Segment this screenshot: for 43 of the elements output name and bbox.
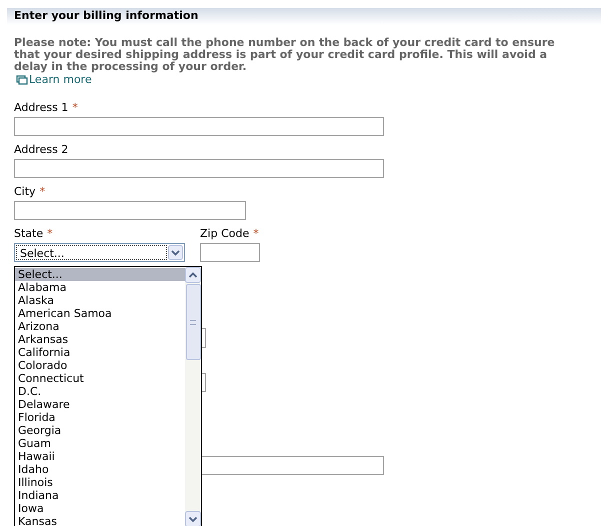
dropdown-option[interactable]: Alaska: [15, 294, 185, 307]
dropdown-option[interactable]: Delaware: [15, 398, 185, 411]
dropdown-option[interactable]: D.C.: [15, 385, 185, 398]
scrollbar-thumb[interactable]: [186, 284, 200, 360]
dropdown-option[interactable]: Select...: [15, 268, 185, 281]
dropdown-option[interactable]: Arkansas: [15, 333, 185, 346]
dropdown-option[interactable]: Colorado: [15, 359, 185, 372]
dropdown-option[interactable]: Alabama: [15, 281, 185, 294]
input-field[interactable]: [200, 243, 260, 262]
input-field[interactable]: [14, 201, 246, 220]
field-label: Zip Code: [200, 227, 250, 241]
field-label: State: [14, 227, 44, 241]
note-text: Please note: You must call the phone number on the back of your credit card to ensure that your desired shipping address is part of your credit card profile. This will avoid a delay in the processing of your order.: [14, 37, 556, 73]
chevron-down-icon[interactable]: [185, 511, 201, 526]
dropdown-option[interactable]: Hawaii: [15, 450, 185, 463]
state-dropdown[interactable]: Select...: [14, 243, 185, 262]
dropdown-option[interactable]: Kansas: [15, 515, 185, 526]
dropdown-option[interactable]: Idaho: [15, 463, 185, 476]
field-label: Address 1: [14, 101, 68, 115]
dropdown-option[interactable]: Illinois: [15, 476, 185, 489]
scrollbar[interactable]: [185, 267, 201, 526]
section-title: Enter your billing information: [14, 8, 198, 24]
dropdown-option[interactable]: Arizona: [15, 320, 185, 333]
required-mark: *: [253, 227, 259, 241]
dropdown-option[interactable]: Indiana: [15, 489, 185, 502]
chevron-up-icon[interactable]: [185, 267, 201, 283]
field-label: Address 2: [14, 143, 68, 157]
required-mark: *: [47, 227, 53, 241]
required-mark: *: [40, 185, 46, 199]
dropdown-option[interactable]: Iowa: [15, 502, 185, 515]
dropdown-option[interactable]: Georgia: [15, 424, 185, 437]
required-mark: *: [72, 101, 78, 115]
input-field[interactable]: [14, 117, 384, 136]
dropdown-option[interactable]: Guam: [15, 437, 185, 450]
dropdown-option[interactable]: American Samoa: [15, 307, 185, 320]
dropdown-option[interactable]: Connecticut: [15, 372, 185, 385]
dropdown-option[interactable]: California: [15, 346, 185, 359]
field-label: City: [14, 185, 36, 199]
help-icon: [16, 74, 28, 86]
learn-more-link[interactable]: Learn more: [16, 73, 92, 87]
input-field[interactable]: [14, 159, 384, 178]
chevron-down-icon: [168, 245, 183, 260]
dropdown-option[interactable]: Florida: [15, 411, 185, 424]
